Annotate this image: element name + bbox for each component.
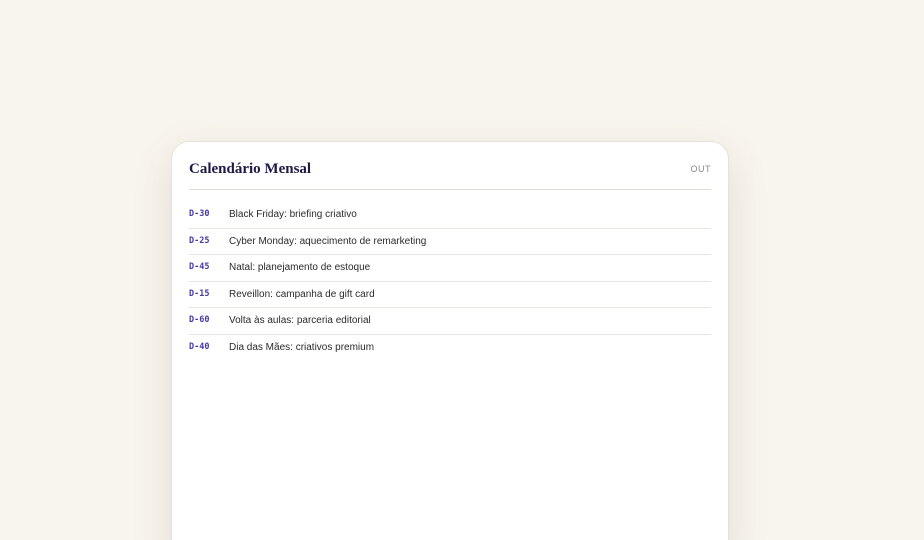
event-list: D-30 Black Friday: briefing criativo D-2… [189,202,711,361]
event-item[interactable]: D-15 Reveillon: campanha de gift card [189,282,711,308]
event-description: Dia das Mães: criativos premium [229,341,375,353]
event-item[interactable]: D-30 Black Friday: briefing criativo [189,202,711,229]
event-countdown: D-25 [189,235,210,246]
event-countdown: D-40 [189,341,210,352]
event-item[interactable]: D-25 Cyber Monday: aquecimento de remark… [189,229,711,255]
month-label: OUT [690,164,711,174]
event-description: Black Friday: briefing criativo [229,209,357,220]
event-description: Reveillon: campanha de gift card [229,288,375,300]
event-item[interactable]: D-45 Natal: planejamento de estoque [189,255,711,282]
event-countdown: D-60 [189,315,210,325]
event-countdown: D-30 [189,209,210,219]
event-item[interactable]: D-60 Volta às aulas: parceria editorial [189,308,711,335]
calendar-card: Calendário Mensal OUT D-30 Black Friday:… [171,141,729,540]
event-countdown: D-45 [189,262,210,272]
event-countdown: D-15 [189,288,210,299]
event-description: Natal: planejamento de estoque [229,262,371,273]
calendar-title: Calendário Mensal [189,161,312,177]
event-description: Volta às aulas: parceria editorial [229,315,371,326]
calendar-header: Calendário Mensal OUT [189,142,711,190]
event-item[interactable]: D-40 Dia das Mães: criativos premium [189,335,711,362]
event-description: Cyber Monday: aquecimento de remarketing [229,235,427,247]
